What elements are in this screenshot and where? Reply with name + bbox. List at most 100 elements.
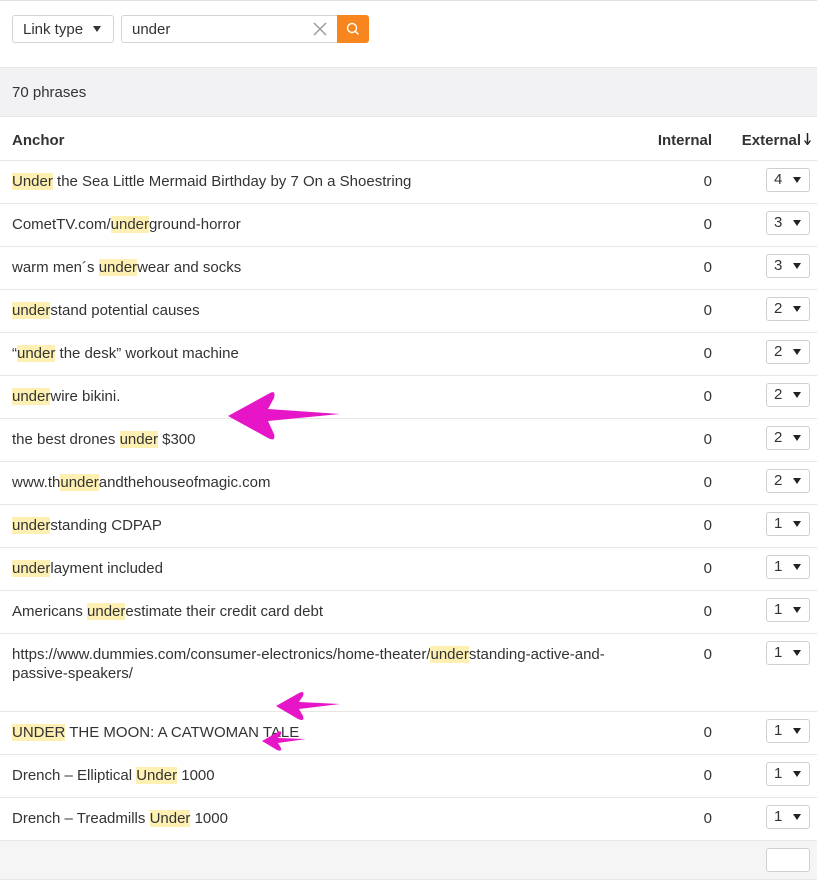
external-count-dropdown[interactable]: 1 — [766, 511, 810, 536]
search-field — [121, 15, 337, 43]
clear-icon[interactable] — [313, 22, 327, 36]
search-match-highlight: Under — [149, 809, 191, 827]
anchor-cell: warm men´s underwear and socks — [0, 246, 612, 290]
anchor-cell: understanding CDPAP — [0, 504, 612, 548]
anchor-cell: www.thunderandthehouseofmagic.com — [0, 461, 612, 505]
internal-count: 0 — [612, 418, 712, 462]
internal-count: 0 — [612, 547, 712, 591]
anchor-cell: the best drones under $300 — [0, 418, 612, 462]
search-match-highlight: under — [12, 559, 51, 577]
chevron-down-icon — [793, 434, 801, 441]
external-count-dropdown[interactable]: 1 — [766, 718, 810, 743]
search-match-highlight: under — [12, 301, 51, 319]
search-input[interactable] — [132, 20, 292, 38]
phrase-count: 70 phrases — [12, 83, 87, 101]
internal-count: 0 — [612, 797, 712, 841]
external-cell: 1 — [712, 797, 817, 841]
external-count-dropdown[interactable]: 2 — [766, 425, 810, 450]
external-count-dropdown[interactable]: 3 — [766, 253, 810, 278]
anchors-table: Anchor Internal External Under the Sea L… — [0, 122, 817, 880]
anchor-text-pre: https://www.dummies.com/consumer-electro… — [12, 645, 431, 663]
chevron-down-icon — [793, 262, 801, 269]
chevron-down-icon — [793, 305, 801, 312]
external-count: 1 — [774, 515, 783, 532]
column-header-anchor[interactable]: Anchor — [0, 122, 612, 161]
external-count: 1 — [774, 644, 783, 661]
anchor-text-post: the desk” workout machine — [55, 344, 239, 362]
anchor-text-post: ground-horror — [149, 215, 241, 233]
table-row: www.thunderandthehouseofmagic.com 0 2 — [0, 461, 817, 505]
external-count: 1 — [774, 558, 783, 575]
external-count-dropdown[interactable]: 2 — [766, 339, 810, 364]
table-row: the best drones under $300 0 2 — [0, 418, 817, 462]
table-row: understand potential causes 0 2 — [0, 289, 817, 333]
internal-count — [612, 840, 712, 880]
external-label: External — [741, 132, 801, 150]
external-count-dropdown[interactable]: 4 — [766, 167, 810, 192]
external-cell: 1 — [712, 711, 817, 755]
external-cell: 2 — [712, 418, 817, 462]
table-row: Under the Sea Little Mermaid Birthday by… — [0, 160, 817, 204]
external-count: 2 — [774, 472, 783, 489]
anchor-text-post: standing CDPAP — [50, 516, 162, 534]
external-count: 1 — [774, 765, 783, 782]
anchor-text-pre: Drench – Elliptical — [12, 766, 137, 784]
chevron-down-icon — [793, 391, 801, 398]
external-count-dropdown[interactable]: 2 — [766, 468, 810, 493]
chevron-down-icon — [793, 520, 801, 527]
anchor-text-pre: Americans — [12, 602, 88, 620]
external-count: 1 — [774, 808, 783, 825]
internal-count: 0 — [612, 461, 712, 505]
external-count-dropdown[interactable]: 1 — [766, 554, 810, 579]
external-cell: 3 — [712, 203, 817, 247]
internal-count: 0 — [612, 633, 712, 712]
search-match-highlight: under — [430, 645, 469, 663]
external-count-dropdown[interactable] — [766, 847, 810, 872]
internal-count: 0 — [612, 246, 712, 290]
link-type-dropdown[interactable]: Link type — [12, 15, 114, 43]
anchor-text-pre: the best drones — [12, 430, 120, 448]
top-divider — [0, 0, 817, 1]
external-count-dropdown[interactable]: 2 — [766, 382, 810, 407]
search-match-highlight: under — [60, 473, 99, 491]
external-count-dropdown[interactable]: 2 — [766, 296, 810, 321]
search-button[interactable] — [337, 15, 369, 43]
external-count: 2 — [774, 429, 783, 446]
link-type-label: Link type — [23, 20, 84, 38]
chevron-down-icon — [793, 649, 801, 656]
anchor-cell: CometTV.com/underground-horror — [0, 203, 612, 247]
anchor-text-pre: Drench – Treadmills — [12, 809, 150, 827]
external-count-dropdown[interactable]: 1 — [766, 804, 810, 829]
results-summary: 70 phrases — [0, 67, 817, 117]
anchor-text-pre: www.th — [12, 473, 61, 491]
search-match-highlight: under — [87, 602, 126, 620]
internal-count: 0 — [612, 590, 712, 634]
search-match-highlight: under — [98, 258, 138, 276]
search-match-highlight: Under — [136, 766, 178, 784]
anchor-text-post: the Sea Little Mermaid Birthday by 7 On … — [52, 172, 412, 190]
anchor-text-post: 1000 — [177, 766, 215, 784]
external-cell: 1 — [712, 633, 817, 712]
table-row: understanding CDPAP 0 1 — [0, 504, 817, 548]
column-header-external[interactable]: External — [712, 122, 817, 161]
external-count-dropdown[interactable]: 1 — [766, 761, 810, 786]
anchor-cell — [0, 840, 612, 880]
anchor-text-post: wire bikini. — [50, 387, 121, 405]
filter-toolbar: Link type — [12, 15, 369, 43]
table-row: “under the desk” workout machine 0 2 — [0, 332, 817, 376]
anchor-text-post: THE MOON: A CATWOMAN TALE — [65, 723, 300, 741]
anchor-cell: Under the Sea Little Mermaid Birthday by… — [0, 160, 612, 204]
external-count-dropdown[interactable]: 1 — [766, 640, 810, 665]
column-header-internal[interactable]: Internal — [612, 122, 712, 161]
chevron-down-icon — [793, 176, 801, 183]
chevron-down-icon — [793, 477, 801, 484]
external-count: 2 — [774, 343, 783, 360]
search-icon — [346, 22, 360, 36]
table-row: UNDER THE MOON: A CATWOMAN TALE 0 1 — [0, 711, 817, 755]
external-count-dropdown[interactable]: 1 — [766, 597, 810, 622]
anchor-text-post: wear and socks — [137, 258, 242, 276]
external-cell: 2 — [712, 332, 817, 376]
anchor-cell: underlayment included — [0, 547, 612, 591]
external-count-dropdown[interactable]: 3 — [766, 210, 810, 235]
anchor-cell: understand potential causes — [0, 289, 612, 333]
